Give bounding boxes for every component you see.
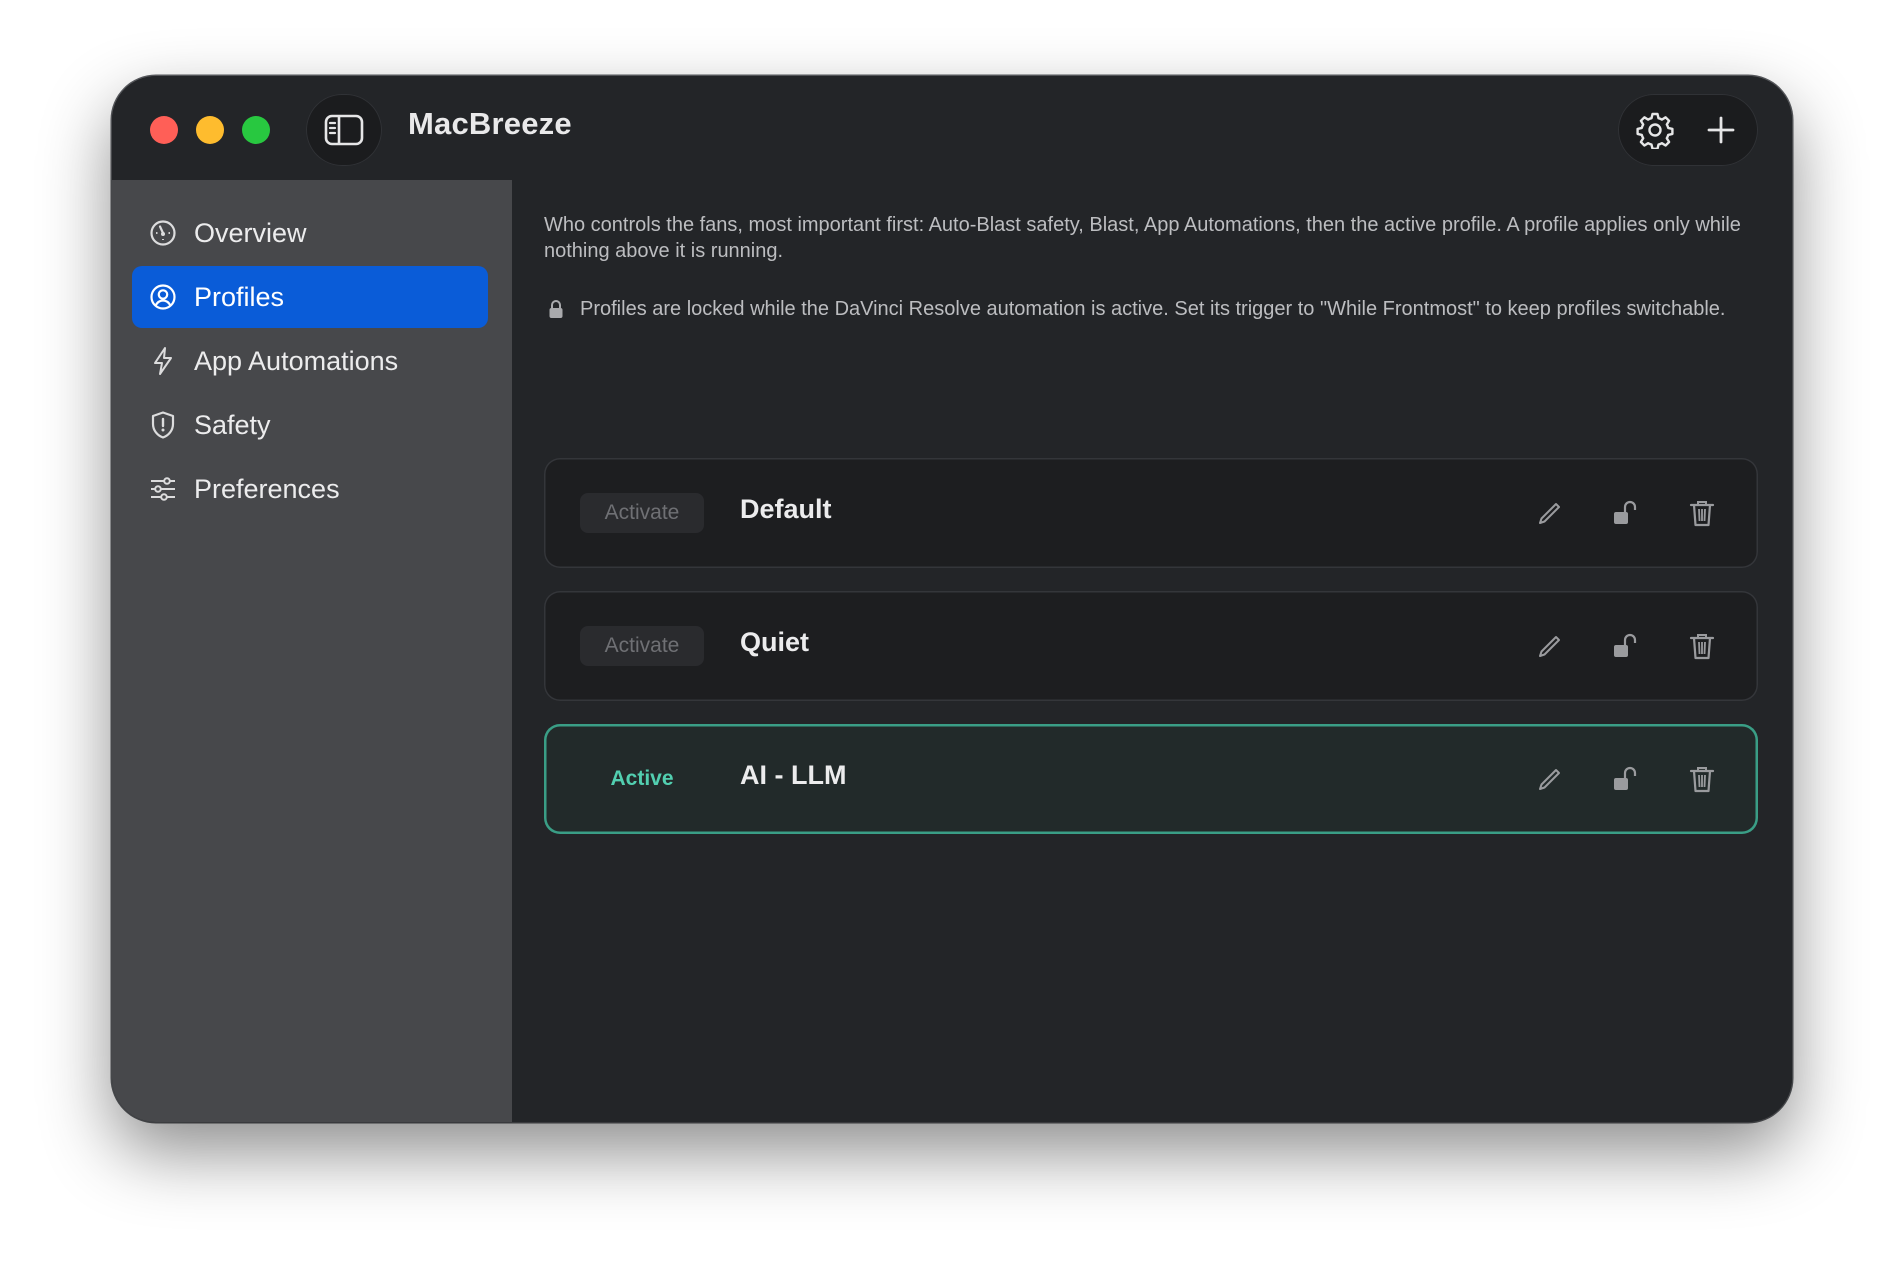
trash-icon [1689, 634, 1715, 660]
person-circle-icon [148, 282, 178, 312]
lock-toggle-button[interactable] [1602, 489, 1650, 537]
priority-description: Who controls the fans, most important fi… [544, 214, 1741, 262]
profile-name: Quiet [740, 627, 810, 657]
gauge-icon [148, 218, 178, 248]
sidebar-item-app-automations[interactable]: App Automations [132, 330, 488, 392]
active-status-badge: Active [610, 767, 674, 790]
sliders-icon [148, 474, 178, 504]
sidebar-toggle-button[interactable] [306, 94, 382, 166]
activate-button[interactable]: Activate [580, 626, 704, 666]
trash-icon [1689, 501, 1715, 527]
edit-button[interactable] [1526, 489, 1574, 537]
sidebar-item-overview[interactable]: Overview [132, 202, 488, 264]
sidebar-item-label: Profiles [194, 281, 285, 312]
sidebar-item-safety[interactable]: Safety [132, 394, 488, 456]
shield-icon [148, 410, 178, 440]
lock-notice: Profiles are locked while the DaVinci Re… [544, 296, 1744, 322]
lock-notice-text: Profiles are locked while the DaVinci Re… [580, 298, 1726, 320]
sidebar-left-icon [324, 114, 364, 146]
gear-icon [1636, 112, 1674, 149]
profile-name: Default [740, 494, 832, 524]
profile-actions [1498, 489, 1726, 537]
bolt-icon [148, 346, 178, 376]
edit-button[interactable] [1526, 755, 1574, 803]
profile-name: AI - LLM [740, 760, 847, 790]
plus-icon [1707, 116, 1735, 144]
sidebar-item-profiles[interactable]: Profiles [132, 266, 488, 328]
unlock-icon [1614, 766, 1637, 790]
sidebar-item-label: Preferences [194, 473, 340, 504]
profile-actions [1498, 755, 1726, 803]
app-title: MacBreeze [408, 106, 572, 141]
unlock-icon [1614, 500, 1637, 524]
add-profile-button[interactable] [1693, 102, 1749, 158]
sidebar-item-label: App Automations [194, 345, 399, 376]
close-window-button[interactable] [150, 116, 178, 144]
unlock-icon [1614, 633, 1637, 657]
sidebar-item-label: Overview [194, 217, 307, 248]
delete-button[interactable] [1678, 489, 1726, 537]
lock-icon [544, 296, 568, 322]
zoom-window-button[interactable] [242, 116, 270, 144]
settings-button[interactable] [1627, 102, 1683, 158]
pencil-icon [1539, 503, 1560, 524]
profile-card-quiet: Activate Quiet [544, 591, 1758, 701]
main-content: Who controls the fans, most important fi… [512, 180, 1792, 1122]
edit-button[interactable] [1526, 622, 1574, 670]
toolbar-actions [1618, 94, 1758, 166]
profile-card-default: Activate Default [544, 458, 1758, 568]
pencil-icon [1539, 769, 1560, 790]
profile-card-ai-llm: Active AI - LLM [544, 724, 1758, 834]
activate-button[interactable]: Activate [580, 493, 704, 533]
sidebar: Overview Profiles App Automations Safety… [112, 180, 512, 1122]
lock-toggle-button[interactable] [1602, 755, 1650, 803]
delete-button[interactable] [1678, 755, 1726, 803]
pencil-icon [1539, 636, 1560, 657]
delete-button[interactable] [1678, 622, 1726, 670]
app-window: MacBreeze Overview Profiles App Automati… [112, 76, 1792, 1122]
sidebar-item-preferences[interactable]: Preferences [132, 458, 488, 520]
sidebar-item-label: Safety [194, 409, 271, 440]
trash-icon [1689, 767, 1715, 793]
title-bar: MacBreeze [112, 76, 1792, 180]
lock-toggle-button[interactable] [1602, 622, 1650, 670]
minimize-window-button[interactable] [196, 116, 224, 144]
profile-actions [1498, 622, 1726, 670]
